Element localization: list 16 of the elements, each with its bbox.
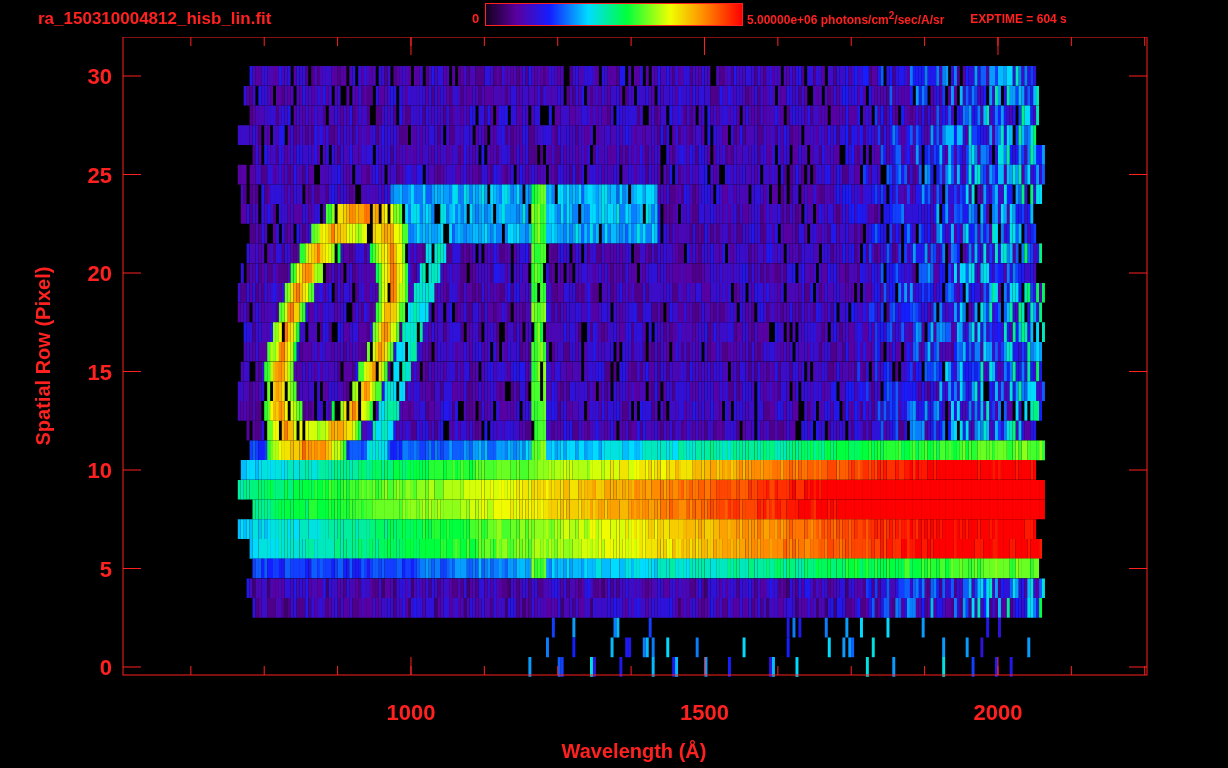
y-tick-label: 0 [99,655,112,680]
plot-title: ra_150310004812_hisb_lin.fit [38,8,273,29]
y-tick-label: 25 [87,162,112,188]
x-tick-label: 1500 [680,700,729,725]
y-axis-label: Spatial Row (Pixel) [32,266,54,446]
x-axis-label: Wavelength (Å) [561,740,707,762]
y-tick-label: 30 [87,64,112,89]
y-tick-label: 5 [99,556,112,582]
exposure-time: EXPTIME = 604 s [970,11,1067,26]
x-tick-label: 2000 [973,700,1023,725]
y-tick-label: 15 [87,359,112,385]
y-tick-label: 20 [87,261,112,286]
colorbar-max-label: 5.00000e+06 photons/cm$^{2}$/sec/A/sr [747,10,945,27]
x-tick-label: 1000 [386,700,436,725]
y-tick-label: 10 [87,458,112,483]
colorbar-min-label: 0 [472,11,481,26]
